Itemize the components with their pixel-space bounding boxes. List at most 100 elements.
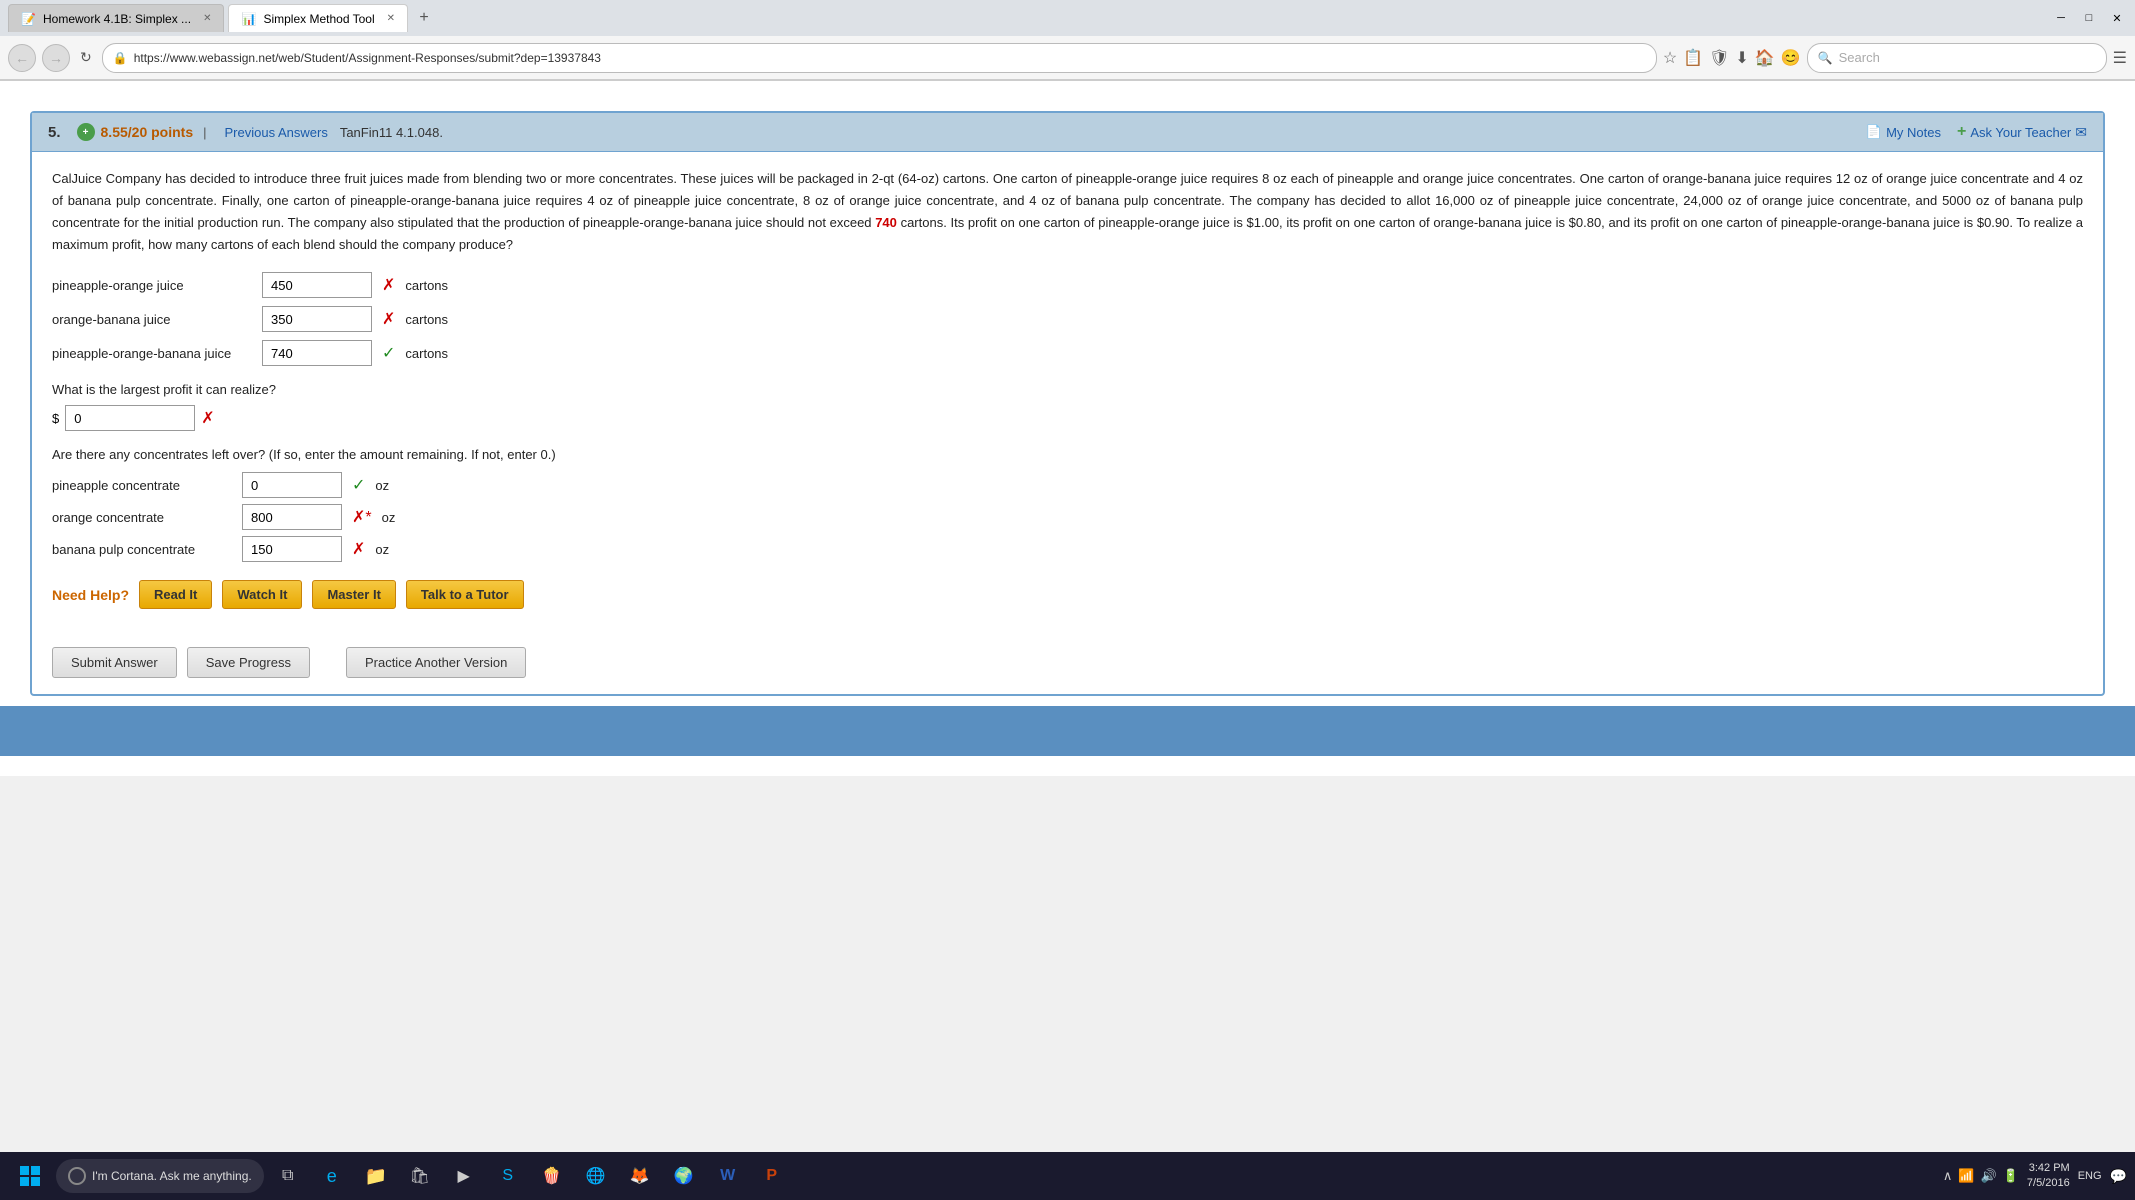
word-icon[interactable]: W: [708, 1154, 748, 1198]
chrome-browser-icon: 🌐: [586, 1166, 606, 1186]
concentrate-unit-orange: oz: [382, 510, 396, 525]
concentrate-row-banana: banana pulp concentrate ✗ oz: [52, 536, 2083, 562]
highlight-number: 740: [875, 215, 897, 230]
play-icon: ▶: [458, 1166, 470, 1186]
file-explorer-icon[interactable]: 📁: [356, 1154, 396, 1198]
cortana-circle-icon: [68, 1167, 86, 1185]
bookmark-star-icon[interactable]: ☆: [1663, 48, 1677, 68]
tab1-close[interactable]: ✕: [203, 13, 211, 24]
tab1-favicon: 📝: [21, 12, 35, 26]
browser2-icon[interactable]: 🌍: [664, 1154, 704, 1198]
concentrate-row-pineapple: pineapple concentrate ✓ oz: [52, 472, 2083, 498]
home-icon[interactable]: 🏠: [1755, 48, 1775, 68]
status-pob: ✓: [382, 343, 395, 363]
concentrate-input-orange[interactable]: [242, 504, 342, 530]
shield-icon[interactable]: 🛡: [1709, 48, 1729, 68]
mail-icon: ✉: [2075, 124, 2087, 141]
concentrate-label-pineapple: pineapple concentrate: [52, 478, 232, 493]
practice-another-button[interactable]: Practice Another Version: [346, 647, 526, 678]
chrome-icon[interactable]: 🌐: [576, 1154, 616, 1198]
profit-row: $ ✗: [52, 405, 2083, 431]
tab2-label: Simplex Method Tool: [263, 12, 374, 26]
previous-answers-link[interactable]: Previous Answers: [225, 125, 328, 140]
search-bar[interactable]: 🔍 Search: [1807, 43, 2107, 73]
maximize-button[interactable]: □: [2079, 8, 2099, 28]
concentrate-unit-pineapple: oz: [375, 478, 389, 493]
new-tab-button[interactable]: +: [412, 6, 436, 30]
tab2-close[interactable]: ✕: [387, 13, 395, 24]
minimize-button[interactable]: ─: [2051, 8, 2071, 28]
user-icon[interactable]: 😊: [1781, 48, 1801, 68]
separator: |: [203, 125, 206, 140]
ask-teacher-button[interactable]: + Ask Your Teacher ✉: [1957, 123, 2087, 141]
problem-text: CalJuice Company has decided to introduc…: [52, 168, 2083, 256]
reload-button[interactable]: ↻: [80, 49, 92, 66]
read-it-button[interactable]: Read It: [139, 580, 212, 609]
cortana-button[interactable]: I'm Cortana. Ask me anything.: [56, 1159, 264, 1193]
skype-app-icon: S: [502, 1167, 513, 1185]
reading-list-icon[interactable]: 📋: [1683, 48, 1703, 68]
question-body: CalJuice Company has decided to introduc…: [32, 152, 2103, 635]
lock-icon: 🔒: [113, 51, 128, 65]
address-bar[interactable]: 🔒 https://www.webassign.net/web/Student/…: [102, 43, 1657, 73]
master-it-button[interactable]: Master It: [312, 580, 395, 609]
powerpoint-icon[interactable]: P: [752, 1154, 792, 1198]
lang-text: ENG: [2078, 1170, 2102, 1182]
firefox-icon[interactable]: 🦊: [620, 1154, 660, 1198]
skype-icon[interactable]: S: [488, 1154, 528, 1198]
profit-input[interactable]: [65, 405, 195, 431]
concentrate-label-banana: banana pulp concentrate: [52, 542, 232, 557]
menu-icon[interactable]: ☰: [2113, 48, 2127, 68]
volume-icon[interactable]: 🔊: [1981, 1168, 1997, 1184]
my-notes-label: My Notes: [1886, 125, 1941, 140]
start-button[interactable]: [8, 1154, 52, 1198]
store-icon[interactable]: 🛍: [400, 1154, 440, 1198]
header-right: 📄 My Notes + Ask Your Teacher ✉: [1866, 123, 2087, 141]
download-icon[interactable]: ⬇: [1735, 48, 1748, 68]
folder-icon: 📁: [364, 1166, 386, 1187]
watch-it-button[interactable]: Watch It: [222, 580, 302, 609]
close-button[interactable]: ✕: [2107, 8, 2127, 28]
taskbar-right: ∧ 📶 🔊 🔋 3:42 PM 7/5/2016 ENG 💬: [1943, 1161, 2127, 1192]
submit-answer-button[interactable]: Submit Answer: [52, 647, 177, 678]
media-app-icon: 🍿: [542, 1166, 562, 1186]
my-notes-button[interactable]: 📄 My Notes: [1866, 124, 1941, 140]
browser-chrome: 📝 Homework 4.1B: Simplex ... ✕ 📊 Simplex…: [0, 0, 2135, 81]
concentrate-input-pineapple[interactable]: [242, 472, 342, 498]
notes-icon: 📄: [1866, 124, 1882, 140]
up-arrow-icon[interactable]: ∧: [1943, 1168, 1953, 1184]
edge-icon[interactable]: e: [312, 1154, 352, 1198]
submit-section: Submit Answer Save Progress Practice Ano…: [32, 635, 2103, 694]
main-content: 5. + 8.55/20 points | Previous Answers T…: [0, 81, 2135, 776]
window-controls: ─ □ ✕: [2051, 8, 2127, 28]
input-pineapple-orange[interactable]: [262, 272, 372, 298]
profit-status-icon: ✗: [201, 408, 214, 428]
notifications-icon[interactable]: 💬: [2110, 1168, 2127, 1185]
clock-display[interactable]: 3:42 PM 7/5/2016: [2027, 1161, 2070, 1192]
talk-to-tutor-button[interactable]: Talk to a Tutor: [406, 580, 524, 609]
concentrates-question-text: Are there any concentrates left over? (I…: [52, 447, 2083, 462]
unit-pob: cartons: [405, 346, 448, 361]
date-text: 7/5/2016: [2027, 1176, 2070, 1191]
input-orange-banana[interactable]: [262, 306, 372, 332]
tab-simplex[interactable]: 📊 Simplex Method Tool ✕: [228, 4, 408, 32]
answer-row-pineapple-orange: pineapple-orange juice ✗ cartons: [52, 272, 2083, 298]
battery-icon: 🔋: [2003, 1168, 2019, 1184]
back-button[interactable]: ←: [8, 44, 36, 72]
tab2-favicon: 📊: [241, 12, 255, 26]
media-icon[interactable]: ▶: [444, 1154, 484, 1198]
answer-section: pineapple-orange juice ✗ cartons orange-…: [52, 272, 2083, 366]
status-orange-banana: ✗: [382, 309, 395, 329]
cortana-text: I'm Cortana. Ask me anything.: [92, 1169, 252, 1183]
nav-bar: ← → ↻ 🔒 https://www.webassign.net/web/St…: [0, 36, 2135, 80]
windows-icon: [18, 1164, 42, 1188]
forward-button[interactable]: →: [42, 44, 70, 72]
popcorn-icon[interactable]: 🍿: [532, 1154, 572, 1198]
tab-homework[interactable]: 📝 Homework 4.1B: Simplex ... ✕: [8, 4, 224, 32]
save-progress-button[interactable]: Save Progress: [187, 647, 310, 678]
task-view-button[interactable]: ⧉: [268, 1154, 308, 1198]
concentrate-input-banana[interactable]: [242, 536, 342, 562]
search-placeholder: Search: [1839, 50, 1880, 65]
input-pob[interactable]: [262, 340, 372, 366]
green-plus-icon: +: [1957, 123, 1966, 141]
